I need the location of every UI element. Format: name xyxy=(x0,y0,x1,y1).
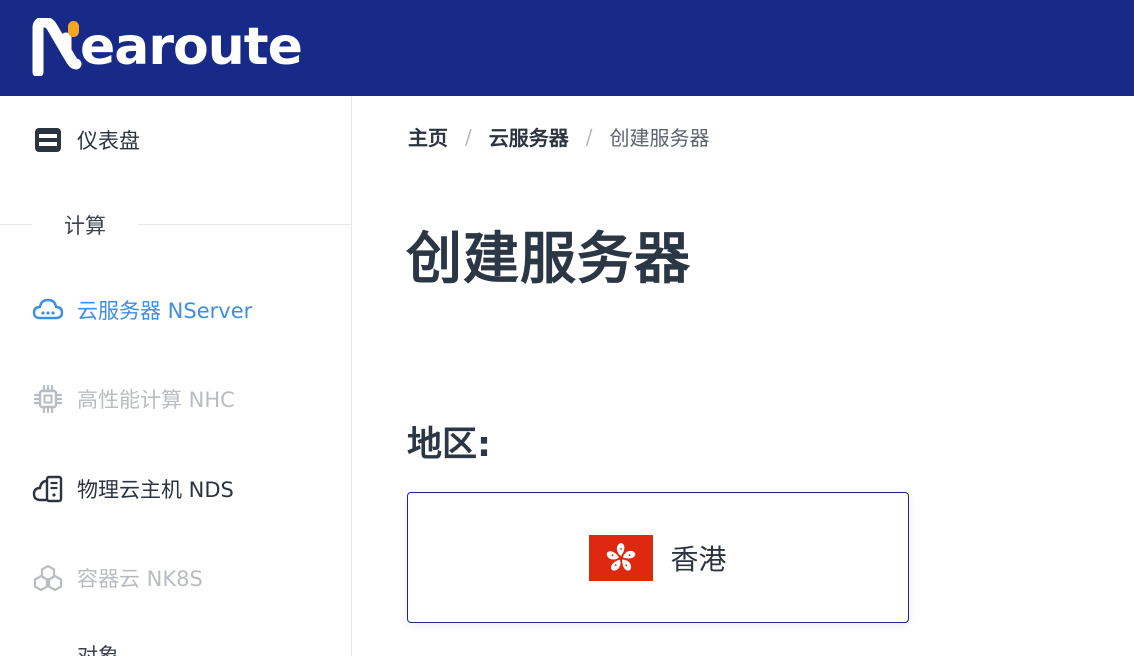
sidebar-item-nserver[interactable]: 云服务器 NServer xyxy=(32,290,252,330)
sidebar-item-label: 仪表盘 xyxy=(77,129,140,153)
sidebar-item-dashboard[interactable]: 仪表盘 xyxy=(32,120,140,160)
brand-logo[interactable]: earoute xyxy=(32,17,303,77)
sidebar-item-cut-off[interactable]: 对象 xyxy=(32,644,122,656)
region-option-hong-kong[interactable]: 香港 xyxy=(407,492,909,623)
page-title: 创建服务器 xyxy=(406,227,691,292)
breadcrumb: 主页 / 云服务器 / 创建服务器 xyxy=(408,122,710,151)
sidebar-item-nhc[interactable]: 高性能计算 NHC xyxy=(32,379,235,419)
breadcrumb-home[interactable]: 主页 xyxy=(408,122,448,151)
cloud-host-icon xyxy=(32,473,64,505)
section-title-compute: 计算 xyxy=(32,210,138,240)
region-name: 香港 xyxy=(670,542,727,576)
hong-kong-flag-icon xyxy=(589,534,654,581)
sidebar-item-label: 物理云主机 NDS xyxy=(77,478,234,502)
breadcrumb-cloud-server[interactable]: 云服务器 xyxy=(489,122,569,151)
chip-icon xyxy=(32,383,64,415)
logo-n-mark xyxy=(32,18,82,76)
container-icon xyxy=(32,562,64,594)
main-content: 主页 / 云服务器 / 创建服务器 创建服务器 地区: 香港 xyxy=(352,96,1134,656)
cloud-server-icon xyxy=(32,294,64,326)
dashboard-icon xyxy=(32,124,64,156)
top-bar: earoute xyxy=(0,0,1134,96)
sidebar-item-label: 容器云 NK8S xyxy=(77,567,203,591)
region-label: 地区: xyxy=(407,425,491,465)
sidebar-item-nk8s[interactable]: 容器云 NK8S xyxy=(32,558,203,598)
breadcrumb-separator: / xyxy=(465,124,472,149)
breadcrumb-separator: / xyxy=(585,124,593,149)
breadcrumb-current: 创建服务器 xyxy=(609,126,710,150)
brand-name: earoute xyxy=(80,17,303,77)
sidebar-item-label: 高性能计算 NHC xyxy=(77,388,235,412)
sidebar: 仪表盘 计算 云服务器 NServer 高性能计算 NHC 物理云主机 NDS … xyxy=(0,96,352,656)
sidebar-item-label: 云服务器 NServer xyxy=(77,299,253,323)
sidebar-item-nds[interactable]: 物理云主机 NDS xyxy=(32,469,234,509)
sidebar-item-label: 对象 xyxy=(77,644,119,656)
